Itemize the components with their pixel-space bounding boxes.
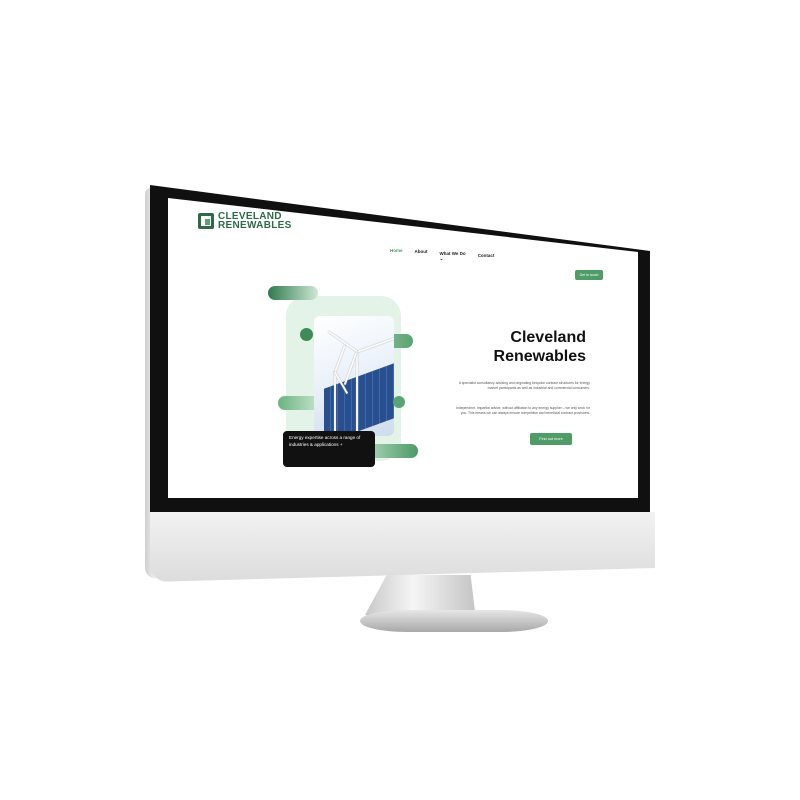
logo-line-2: RENEWABLES (218, 220, 292, 231)
site-header: CLEVELAND RENEWABLES Home About What We … (168, 198, 638, 280)
hero-caption-card: Energy expertise across a range of indus… (283, 431, 375, 467)
chevron-down-icon: ⌄ (439, 256, 444, 261)
caption-text: Energy expertise across a range of indus… (289, 435, 361, 447)
logo-mark-icon (198, 213, 214, 229)
imac-monitor: CLEVELAND RENEWABLES Home About What We … (0, 0, 800, 800)
get-in-touch-button[interactable]: Get in touch (575, 270, 603, 280)
hero-title: Cleveland Renewables (476, 328, 586, 366)
main-nav: Home About What We Do ⌄ Contact (390, 248, 494, 262)
plus-icon: + (339, 441, 343, 447)
wind-solar-photo (314, 316, 394, 436)
hero-paragraph-2: Independent. Impartial advice, without a… (456, 406, 590, 416)
nav-what-we-do[interactable]: What We Do ⌄ (440, 251, 466, 262)
nav-contact[interactable]: Contact (478, 253, 495, 262)
decorative-dot (300, 328, 313, 341)
turbine-blade (334, 345, 346, 373)
wind-turbine-tower (334, 371, 336, 436)
wind-turbine-tower (356, 351, 358, 436)
nav-what-we-do-label: What We Do (439, 251, 466, 256)
decorative-dot (393, 396, 405, 408)
site-logo[interactable]: CLEVELAND RENEWABLES (198, 212, 292, 231)
monitor-base (360, 610, 548, 632)
hero-title-line-2: Renewables (493, 348, 586, 365)
decorative-pill (268, 286, 318, 300)
hero-title-line-1: Cleveland (510, 329, 586, 346)
hero-paragraph-1: A specialist consultancy advising and or… (458, 381, 590, 391)
monitor-stand (365, 575, 476, 615)
nav-about[interactable]: About (415, 249, 428, 262)
find-out-more-button[interactable]: Find out more (530, 433, 572, 445)
turbine-blade (356, 337, 394, 353)
logo-text: CLEVELAND RENEWABLES (218, 212, 292, 231)
nav-home[interactable]: Home (390, 248, 403, 262)
monitor-chin (150, 512, 655, 582)
